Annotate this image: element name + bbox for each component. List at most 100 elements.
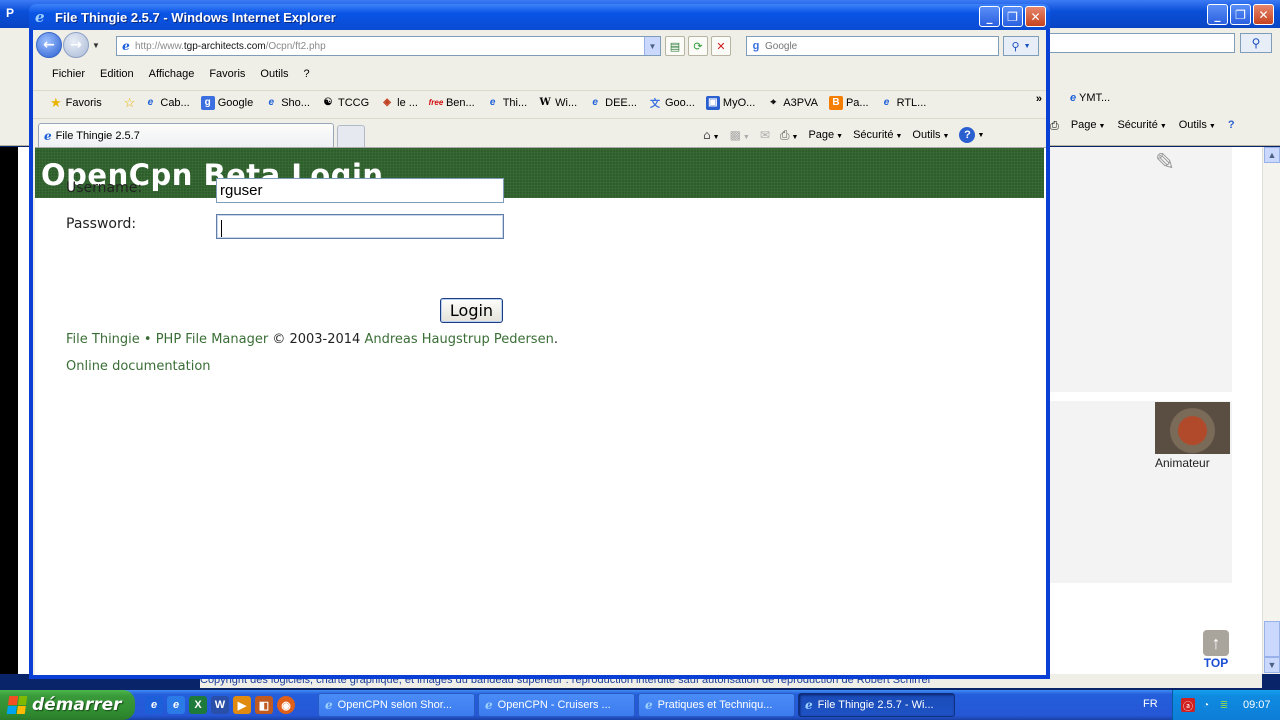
background-favorite-item[interactable]: e YMT... xyxy=(1070,92,1110,104)
close-button[interactable]: ✕ xyxy=(1253,4,1274,25)
favorite-item[interactable]: e Sho... xyxy=(264,96,310,110)
word-icon[interactable]: W xyxy=(211,696,229,714)
taskbar-item[interactable]: e OpenCPN - Cruisers ... xyxy=(478,693,635,717)
page-menu[interactable]: Page ▼ xyxy=(808,129,843,141)
myo-icon: ▣ xyxy=(705,95,720,110)
vertical-scrollbar[interactable]: ▲ ▼ xyxy=(1262,147,1280,674)
favorite-item[interactable]: e Cab... xyxy=(143,96,190,110)
animateur-image[interactable] xyxy=(1155,402,1230,454)
search-input[interactable] xyxy=(765,40,985,52)
favorite-item[interactable]: B Pa... xyxy=(828,95,869,110)
refresh-button[interactable]: ⟳ xyxy=(688,36,708,56)
help-icon[interactable]: ? xyxy=(1228,119,1235,133)
search-box[interactable]: g xyxy=(746,36,999,56)
text-cursor xyxy=(221,220,222,237)
maximize-button[interactable]: ❐ xyxy=(1002,6,1023,27)
title-bar[interactable]: e File Thingie 2.5.7 - Windows Internet … xyxy=(29,4,1050,30)
home-button[interactable]: ⌂ ▼ xyxy=(703,128,720,142)
page-menu[interactable]: Page ▼ xyxy=(1071,119,1106,133)
favorite-item[interactable]: ⌖ A3PVA xyxy=(766,96,817,110)
media-player-icon[interactable]: ▶ xyxy=(233,696,251,714)
address-url[interactable]: http://www.tgp-architects.com/Ocpn/ft2.p… xyxy=(135,41,326,52)
taskbar-item-active[interactable]: e File Thingie 2.5.7 - Wi... xyxy=(798,693,955,717)
new-tab-button[interactable] xyxy=(337,125,365,147)
more-favorites-chevron-icon[interactable]: » xyxy=(1036,93,1042,105)
sketch-image: ✎ xyxy=(1155,149,1176,176)
tools-menu[interactable]: Outils ▼ xyxy=(912,129,949,141)
taskbar-item[interactable]: e OpenCPN selon Shor... xyxy=(318,693,475,717)
back-button[interactable]: ← xyxy=(36,32,62,58)
history-dropdown[interactable]: ▼ xyxy=(92,41,102,50)
favorite-item[interactable]: ◈ le ... xyxy=(380,96,418,110)
forward-button[interactable]: → xyxy=(63,32,89,58)
compatibility-view-button[interactable]: ▤ xyxy=(665,36,685,56)
taskbar-item[interactable]: e Pratiques et Techniqu... xyxy=(638,693,795,717)
file-thingie-link[interactable]: File Thingie xyxy=(66,332,140,347)
maximize-button[interactable]: ❐ xyxy=(1230,4,1251,25)
security-menu[interactable]: Sécurité ▼ xyxy=(1117,119,1166,133)
favorite-item[interactable]: W Wi... xyxy=(538,96,578,110)
menu-help[interactable]: ? xyxy=(304,68,310,80)
favorite-item[interactable]: free Ben... xyxy=(429,96,475,110)
menu-fichier[interactable]: Fichier xyxy=(52,68,85,80)
add-favorite-icon[interactable]: ☆ xyxy=(124,95,136,111)
favorite-item[interactable]: e RTL... xyxy=(880,96,927,110)
address-bar[interactable]: e http://www.tgp-architects.com/Ocpn/ft2… xyxy=(116,36,661,56)
ie-icon[interactable]: e xyxy=(145,696,163,714)
menu-edition[interactable]: Edition xyxy=(100,68,134,80)
tools-menu[interactable]: Outils ▼ xyxy=(1179,119,1216,133)
menu-favoris[interactable]: Favoris xyxy=(209,68,245,80)
stop-button[interactable]: ✕ xyxy=(711,36,731,56)
ie-icon: e xyxy=(44,128,52,143)
background-search-input[interactable] xyxy=(1040,33,1235,53)
favorite-item[interactable]: 文 Goo... xyxy=(648,96,695,111)
database-icon[interactable]: ≣ xyxy=(1217,698,1231,712)
favorite-item[interactable]: e DEE... xyxy=(588,96,637,110)
excel-icon[interactable]: X xyxy=(189,696,207,714)
language-indicator[interactable]: FR xyxy=(1143,698,1158,710)
firefox-icon[interactable]: ◉ xyxy=(277,696,295,714)
page-header: OpenCpn Beta Login xyxy=(35,148,1044,198)
mail-button[interactable]: ✉ xyxy=(760,128,770,142)
author-link[interactable]: Andreas Haugstrup Pedersen xyxy=(364,332,553,347)
ie-icon: e xyxy=(325,698,333,712)
antivirus-icon[interactable]: ⓐ xyxy=(1181,698,1195,713)
login-button[interactable]: Login xyxy=(440,298,503,323)
security-menu[interactable]: Sécurité ▼ xyxy=(853,129,902,141)
tab-bar: e File Thingie 2.5.7 ⌂ ▼ ▩ ▼ ✉ ⎙ ▼ Page ▼ Sé… xyxy=(33,118,1046,147)
network-icon[interactable]: ◔ xyxy=(1199,698,1213,712)
address-dropdown[interactable]: ▼ xyxy=(644,37,660,55)
app-icon[interactable]: ◧ xyxy=(255,696,273,714)
tab-file-thingie[interactable]: e File Thingie 2.5.7 xyxy=(38,123,334,147)
back-to-top-button[interactable]: ↑ TOP xyxy=(1200,630,1232,670)
scroll-down-button[interactable]: ▼ xyxy=(1264,657,1280,673)
background-search-button[interactable]: ⚲ xyxy=(1240,33,1272,53)
minimize-button[interactable]: _ xyxy=(1207,4,1228,25)
favorites-button[interactable]: ★ Favoris xyxy=(50,95,102,111)
ie-icon[interactable]: e xyxy=(167,696,185,714)
footer-credits: File Thingie • PHP File Manager © 2003-2… xyxy=(66,332,558,347)
username-field[interactable] xyxy=(216,178,504,203)
ie-icon: e xyxy=(805,698,813,712)
favorite-item[interactable]: ☯ TCCG xyxy=(321,96,369,110)
print-button[interactable]: ⎙ ▼ xyxy=(780,128,799,143)
compat-icon: ▤ xyxy=(669,39,681,53)
search-button[interactable]: ⚲ ▼ xyxy=(1003,36,1039,56)
scroll-up-button[interactable]: ▲ xyxy=(1264,147,1280,163)
print-icon[interactable]: ⎙ xyxy=(1050,119,1059,133)
feeds-button[interactable]: ▩ ▼ xyxy=(730,128,750,142)
scroll-thumb[interactable] xyxy=(1264,621,1280,657)
favorite-item[interactable]: ▣ MyO... xyxy=(705,95,755,110)
menu-outils[interactable]: Outils xyxy=(260,68,288,80)
php-file-manager-link[interactable]: PHP File Manager xyxy=(156,332,268,347)
favorite-item[interactable]: g Google xyxy=(200,95,253,110)
close-button[interactable]: ✕ xyxy=(1025,6,1046,27)
minimize-button[interactable]: _ xyxy=(979,6,1000,27)
menu-affichage[interactable]: Affichage xyxy=(149,68,195,80)
clock[interactable]: 09:07 xyxy=(1243,699,1271,711)
online-documentation-link[interactable]: Online documentation xyxy=(66,359,211,374)
help-button[interactable]: ? ▼ xyxy=(959,127,984,143)
favorite-item[interactable]: e Thi... xyxy=(486,96,527,110)
password-field[interactable] xyxy=(216,214,504,239)
start-button[interactable]: démarrer xyxy=(0,690,135,720)
